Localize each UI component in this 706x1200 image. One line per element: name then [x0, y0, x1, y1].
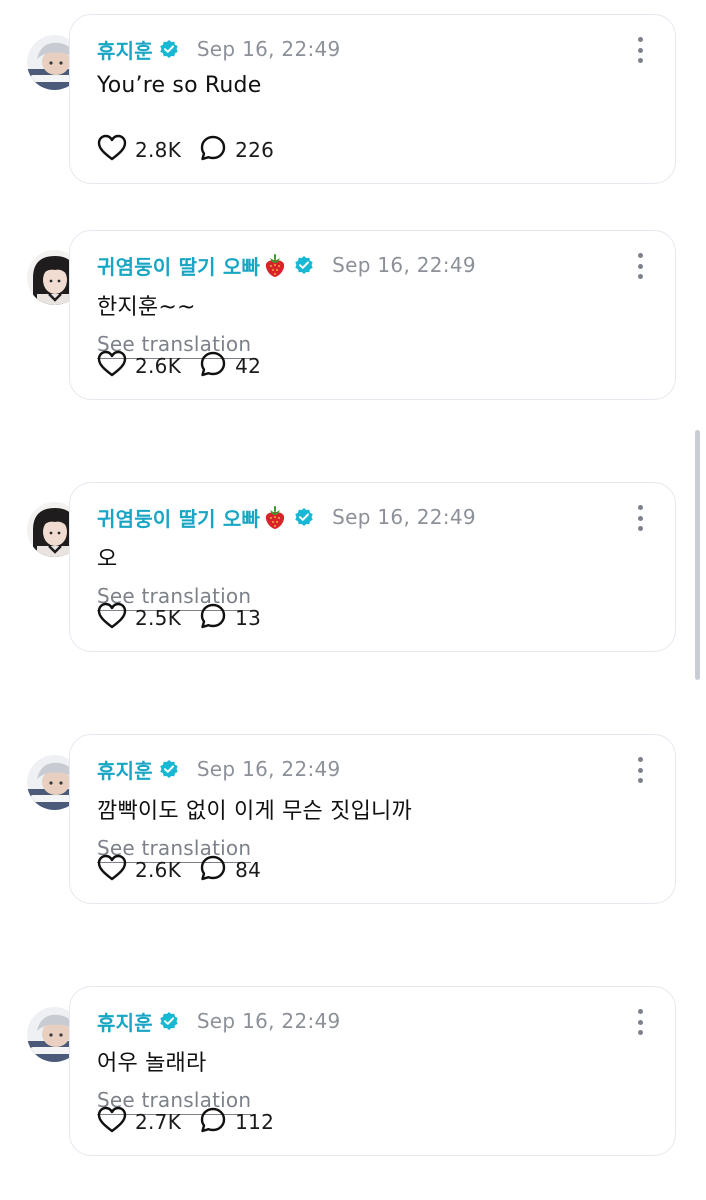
verified-badge-icon [159, 1011, 179, 1031]
verified-badge-icon [159, 759, 179, 779]
comment-text: 오 [97, 547, 118, 572]
verified-badge-icon [294, 507, 314, 527]
reply-bubble-icon [199, 350, 227, 382]
comment-feed: 휴지훈 Sep 16, 22:49 You’re so Rude 2.8K 22… [0, 0, 706, 1200]
comment-card: 휴지훈 Sep 16, 22:49 깜빡이도 없이 이게 무슨 짓입니까 See… [69, 734, 676, 904]
like-count: 2.6K [135, 858, 182, 882]
comment-header: 휴지훈 Sep 16, 22:49 [97, 1007, 615, 1035]
reply-count: 112 [235, 1110, 275, 1134]
timestamp: Sep 16, 22:49 [196, 37, 341, 61]
reply-bubble-icon [199, 134, 227, 166]
more-options-icon[interactable] [635, 505, 645, 531]
author-name[interactable]: 휴지훈 [97, 1007, 153, 1036]
comment-header: 휴지훈 Sep 16, 22:49 [97, 35, 615, 63]
timestamp: Sep 16, 22:49 [196, 757, 341, 781]
reply-button[interactable]: 42 [199, 350, 261, 382]
more-options-icon[interactable] [635, 37, 645, 63]
like-button[interactable]: 2.5K [97, 602, 181, 634]
author-name[interactable]: 휴지훈 [97, 35, 153, 64]
reply-count: 84 [235, 858, 262, 882]
like-button[interactable]: 2.7K [97, 1106, 181, 1138]
strawberry-emoji [262, 504, 288, 530]
like-count: 2.8K [135, 138, 182, 162]
comment-actions: 2.5K 13 [97, 602, 261, 634]
comment-text: 깜빡이도 없이 이게 무슨 짓입니까 [97, 799, 412, 824]
strawberry-emoji [262, 252, 288, 278]
reply-button[interactable]: 13 [199, 602, 261, 634]
verified-badge-icon [294, 255, 314, 275]
comment-actions: 2.7K 112 [97, 1106, 274, 1138]
author-name[interactable]: 휴지훈 [97, 755, 153, 784]
reply-count: 13 [235, 606, 262, 630]
heart-icon [97, 134, 127, 166]
reply-bubble-icon [199, 602, 227, 634]
reply-button[interactable]: 226 [199, 134, 274, 166]
comment-text: 한지훈~~ [97, 295, 196, 320]
comment-text: 어우 놀래라 [97, 1051, 207, 1076]
reply-count: 226 [235, 138, 275, 162]
reply-button[interactable]: 112 [199, 1106, 274, 1138]
more-options-icon[interactable] [635, 757, 645, 783]
reply-bubble-icon [199, 854, 227, 886]
comment-header: 귀염둥이 딸기 오빠 Sep 16, 22:49 [97, 251, 615, 279]
like-count: 2.6K [135, 354, 182, 378]
reply-count: 42 [235, 354, 262, 378]
heart-icon [97, 1106, 127, 1138]
more-options-icon[interactable] [635, 253, 645, 279]
author-name[interactable]: 귀염둥이 딸기 오빠 [97, 251, 260, 280]
author-name[interactable]: 귀염둥이 딸기 오빠 [97, 503, 260, 532]
comment-card: 휴지훈 Sep 16, 22:49 You’re so Rude 2.8K 22… [69, 14, 676, 184]
reply-button[interactable]: 84 [199, 854, 261, 886]
comment-actions: 2.6K 84 [97, 854, 261, 886]
comment-actions: 2.6K 42 [97, 350, 261, 382]
timestamp: Sep 16, 22:49 [196, 1009, 341, 1033]
like-count: 2.7K [135, 1110, 182, 1134]
like-button[interactable]: 2.6K [97, 350, 181, 382]
heart-icon [97, 602, 127, 634]
heart-icon [97, 350, 127, 382]
comment-actions: 2.8K 226 [97, 134, 274, 166]
verified-badge-icon [159, 39, 179, 59]
reply-bubble-icon [199, 1106, 227, 1138]
heart-icon [97, 854, 127, 886]
comment-header: 휴지훈 Sep 16, 22:49 [97, 755, 615, 783]
like-count: 2.5K [135, 606, 182, 630]
scrollbar[interactable] [695, 430, 700, 680]
timestamp: Sep 16, 22:49 [332, 505, 476, 529]
comment-header: 귀염둥이 딸기 오빠 Sep 16, 22:49 [97, 503, 615, 531]
comment-card: 휴지훈 Sep 16, 22:49 어우 놀래라 See translation… [69, 986, 676, 1156]
comment-card: 귀염둥이 딸기 오빠 Sep 16, 22:49 한지훈~~ See trans… [69, 230, 676, 400]
like-button[interactable]: 2.8K [97, 134, 181, 166]
timestamp: Sep 16, 22:49 [332, 253, 476, 277]
more-options-icon[interactable] [635, 1009, 645, 1035]
comment-card: 귀염둥이 딸기 오빠 Sep 16, 22:49 오 See translati… [69, 482, 676, 652]
like-button[interactable]: 2.6K [97, 854, 181, 886]
comment-text: You’re so Rude [97, 73, 262, 98]
